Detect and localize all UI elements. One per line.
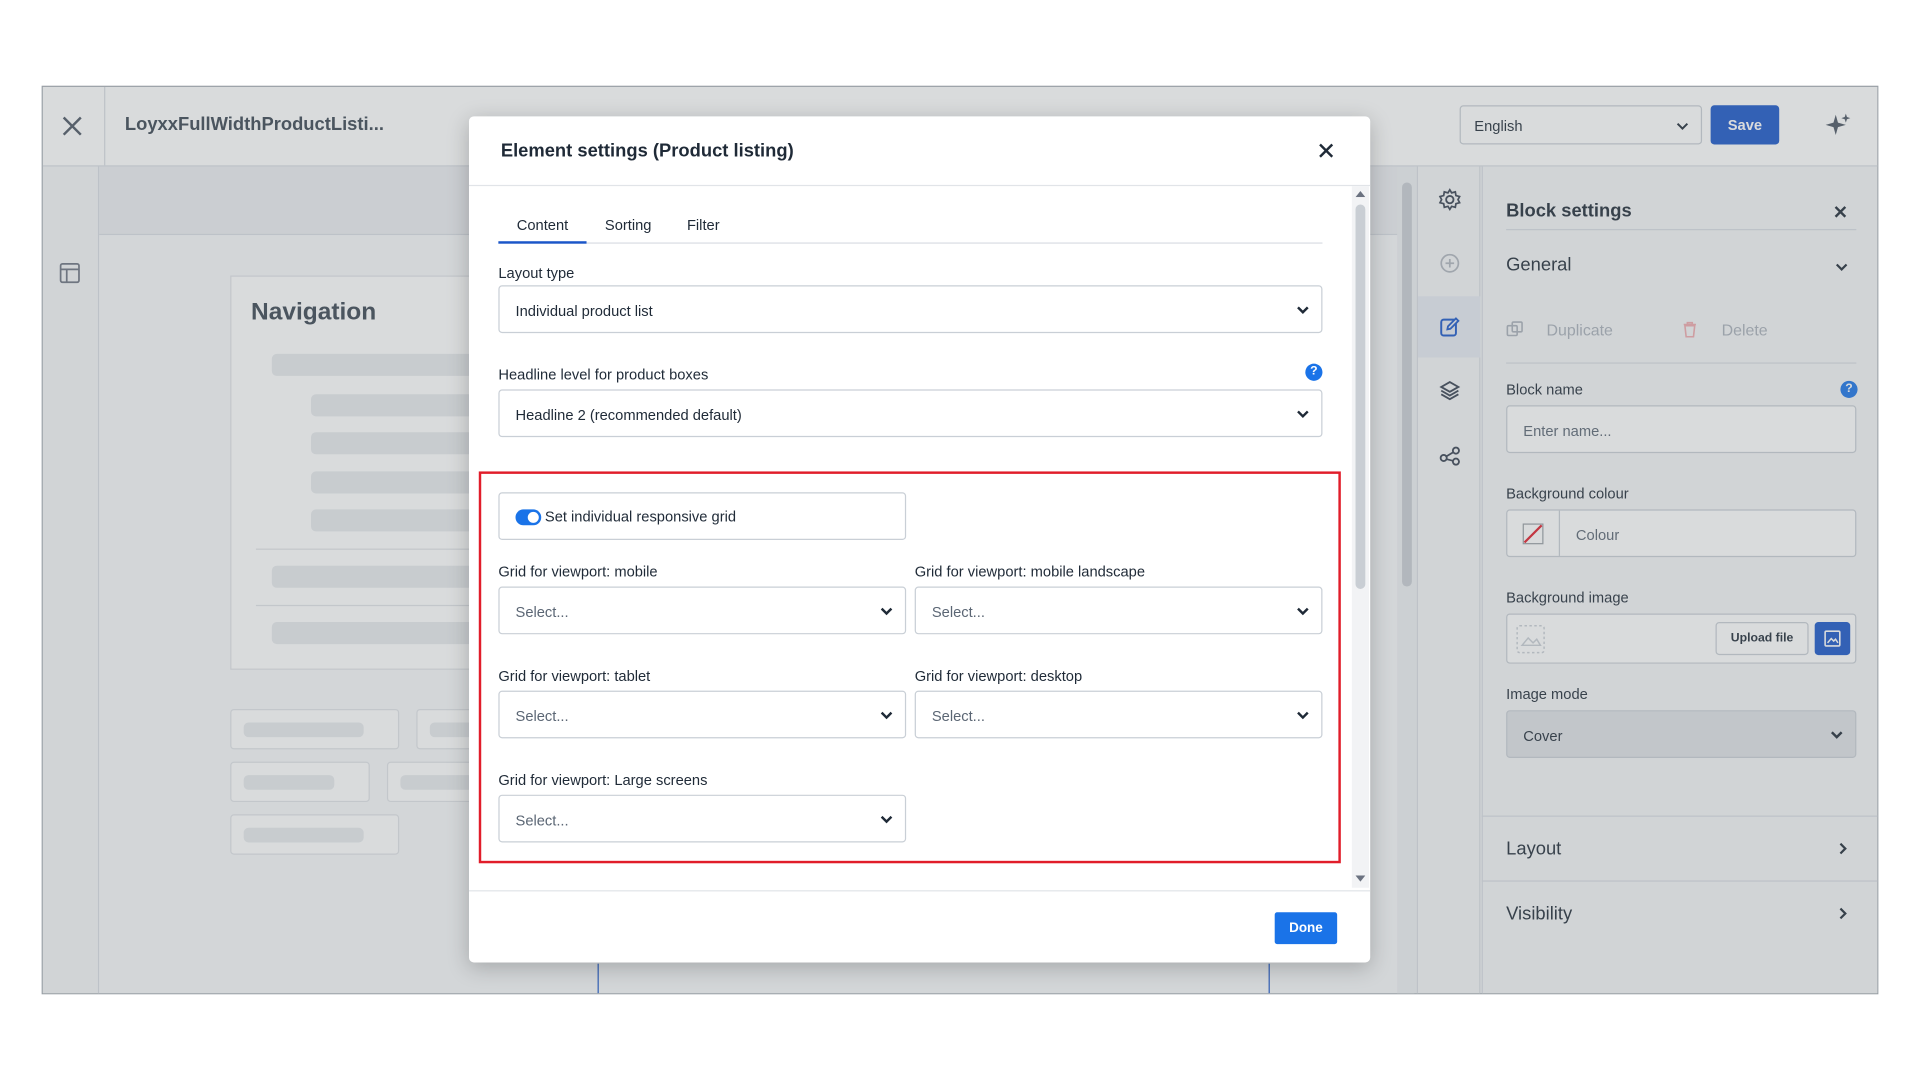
headline-level-select[interactable]: Headline 2 (recommended default) (498, 389, 1323, 438)
scroll-thumb[interactable] (1355, 204, 1366, 589)
tab-sorting[interactable]: Sorting (605, 217, 652, 234)
done-button[interactable]: Done (1274, 912, 1338, 945)
tab-filter[interactable]: Filter (687, 217, 720, 234)
divider (468, 184, 1371, 187)
active-tab-indicator (498, 241, 587, 244)
help-icon[interactable]: ? (1305, 363, 1323, 381)
close-icon[interactable] (1316, 141, 1336, 161)
modal-title: Element settings (Product listing) (500, 140, 794, 162)
layout-type-value: Individual product list (515, 302, 653, 320)
chevron-down-icon (1297, 306, 1309, 314)
tab-divider (498, 242, 1323, 244)
tab-content[interactable]: Content (517, 217, 568, 234)
headline-level-value: Headline 2 (recommended default) (515, 406, 742, 424)
chevron-down-icon (1297, 410, 1309, 419)
scroll-up-icon[interactable] (1355, 190, 1366, 198)
scroll-down-icon[interactable] (1355, 875, 1366, 883)
modal-overlay: Element settings (Product listing) Conte… (0, 0, 1920, 1080)
highlight-box (478, 471, 1341, 864)
layout-type-select[interactable]: Individual product list (498, 285, 1323, 334)
element-settings-modal: Element settings (Product listing) Conte… (468, 116, 1371, 963)
modal-scrollbar[interactable] (1351, 186, 1369, 888)
headline-level-label: Headline level for product boxes (498, 366, 709, 384)
layout-type-label: Layout type (498, 264, 575, 282)
divider (468, 890, 1371, 892)
